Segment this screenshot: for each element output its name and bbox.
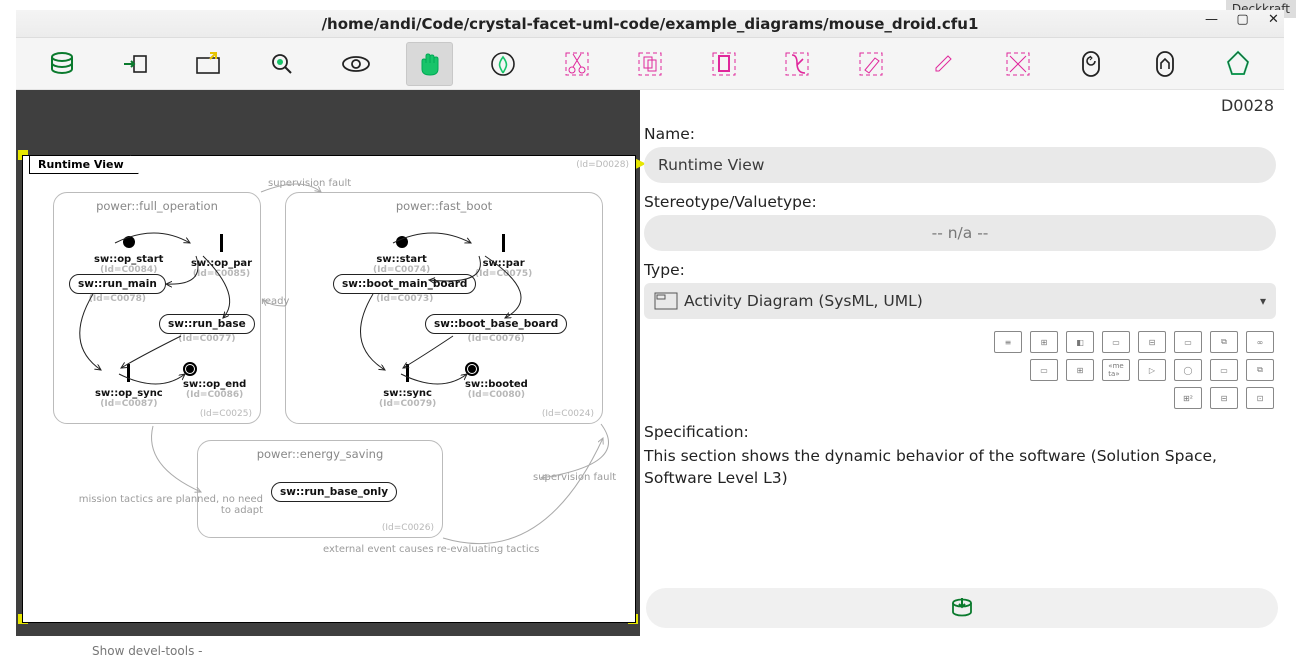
node-par[interactable]: sw::par [475,258,532,269]
node-op-end[interactable]: sw::op_end [183,379,246,390]
type-label: Type: [644,261,1276,279]
delete-button[interactable] [773,42,821,86]
hand-tool-button[interactable] [406,42,454,86]
diagram-canvas-area[interactable]: ▸ Runtime View (Id=D0028) power::full_op… [16,90,640,636]
node-run-main[interactable]: sw::run_main [69,274,166,294]
node-op-start[interactable]: sw::op_start [94,254,163,265]
about-button[interactable] [1215,42,1263,86]
node-booted[interactable]: sw::booted [465,379,528,390]
diagram-title: Runtime View [29,155,139,174]
search-button[interactable] [259,42,307,86]
type-icon[interactable]: ▭ [1210,359,1238,381]
spec-text[interactable]: This section shows the dynamic behavior … [644,445,1256,490]
edge-supervision-fault-2: supervision fault [533,472,616,483]
paste-button[interactable] [700,42,748,86]
diagram-canvas: Runtime View (Id=D0028) power::full_oper… [22,155,636,623]
close-button[interactable]: ✕ [1267,13,1280,26]
edge-ready: ready [261,296,289,307]
type-icon[interactable]: ⊡ [1246,387,1274,409]
type-select[interactable]: Activity Diagram (SysML, UML) ▾ [644,283,1276,319]
minimize-button[interactable]: — [1205,13,1218,26]
edge-supervision-fault-1: supervision fault [268,178,351,189]
properties-panel: D0028 Name: Runtime View Stereotype/Valu… [640,90,1284,636]
node-run-base-only[interactable]: sw::run_base_only [271,482,397,502]
type-icon[interactable]: «meta» [1102,359,1130,381]
type-icon[interactable]: ⊞ [1030,331,1058,353]
stereotype-label: Stereotype/Valuetype: [644,193,1276,211]
node-run-base[interactable]: sw::run_base [159,314,255,334]
name-field[interactable]: Runtime View [644,147,1276,183]
region-energy-label: power::energy_saving [198,447,442,461]
node-boot-main[interactable]: sw::boot_main_board [333,274,476,294]
stereotype-field[interactable]: -- n/a -- [644,215,1276,251]
window-title: /home/andi/Code/crystal-facet-uml-code/e… [322,15,979,33]
type-icon[interactable]: ◧ [1066,331,1094,353]
new-window-button[interactable] [185,42,233,86]
main-window: /home/andi/Code/crystal-facet-uml-code/e… [16,10,1284,636]
commit-button[interactable] [646,588,1278,628]
diagram-id: (Id=D0028) [576,160,629,170]
edit-button[interactable] [920,42,968,86]
type-icon[interactable]: ⊞ [1066,359,1094,381]
type-icon[interactable]: ⧉ [1210,331,1238,353]
node-sync[interactable]: sw::sync [379,388,436,399]
node-start[interactable]: sw::start [373,254,430,265]
edge-mission: mission tactics are planned, no need to … [73,494,263,516]
type-icon[interactable]: ∞ [1246,331,1274,353]
type-icon[interactable]: ▭ [1102,331,1130,353]
type-icon[interactable]: ⊞² [1174,387,1202,409]
name-label: Name: [644,125,1276,143]
type-icon[interactable]: ◯ [1174,359,1202,381]
export-button[interactable] [112,42,160,86]
type-icon[interactable]: ▭ [1174,331,1202,353]
region-full-op-label: power::full_operation [54,199,260,213]
edge-external: external event causes re-evaluating tact… [323,544,539,555]
maximize-button[interactable]: ▢ [1236,13,1249,26]
copy-button[interactable] [626,42,674,86]
highlight-button[interactable] [847,42,895,86]
undo-button[interactable] [1068,42,1116,86]
type-icon[interactable]: ≡ [994,331,1022,353]
view-button[interactable] [332,42,380,86]
type-icon[interactable]: ▷ [1138,359,1166,381]
titlebar: /home/andi/Code/crystal-facet-uml-code/e… [16,10,1284,38]
type-icon[interactable]: ⊟ [1210,387,1238,409]
toolbar [16,38,1284,90]
create-button[interactable] [479,42,527,86]
behind-text: Show devel-tools - [92,644,202,658]
type-icon[interactable]: ⊟ [1138,331,1166,353]
region-fast-boot-label: power::fast_boot [286,199,602,213]
spec-label: Specification: [644,423,1276,441]
chevron-down-icon: ▾ [1260,294,1266,308]
region-fast-boot[interactable]: power::fast_boot (Id=C0024) [285,192,603,424]
element-id: D0028 [644,96,1276,115]
type-icon-grid: ≡ ⊞ ◧ ▭ ⊟ ▭ ⧉ ∞ ▭ ⊞ «meta» ▷ ◯ ▭ ⧉ [644,331,1276,409]
node-op-par[interactable]: sw::op_par [191,258,252,269]
cut-button[interactable] [553,42,601,86]
type-icon[interactable]: ▭ [1030,359,1058,381]
type-icon[interactable]: ⧉ [1246,359,1274,381]
reset-button[interactable] [994,42,1042,86]
redo-button[interactable] [1141,42,1189,86]
node-boot-base[interactable]: sw::boot_base_board [425,314,567,334]
db-button[interactable] [38,42,86,86]
node-op-sync[interactable]: sw::op_sync [95,388,163,399]
